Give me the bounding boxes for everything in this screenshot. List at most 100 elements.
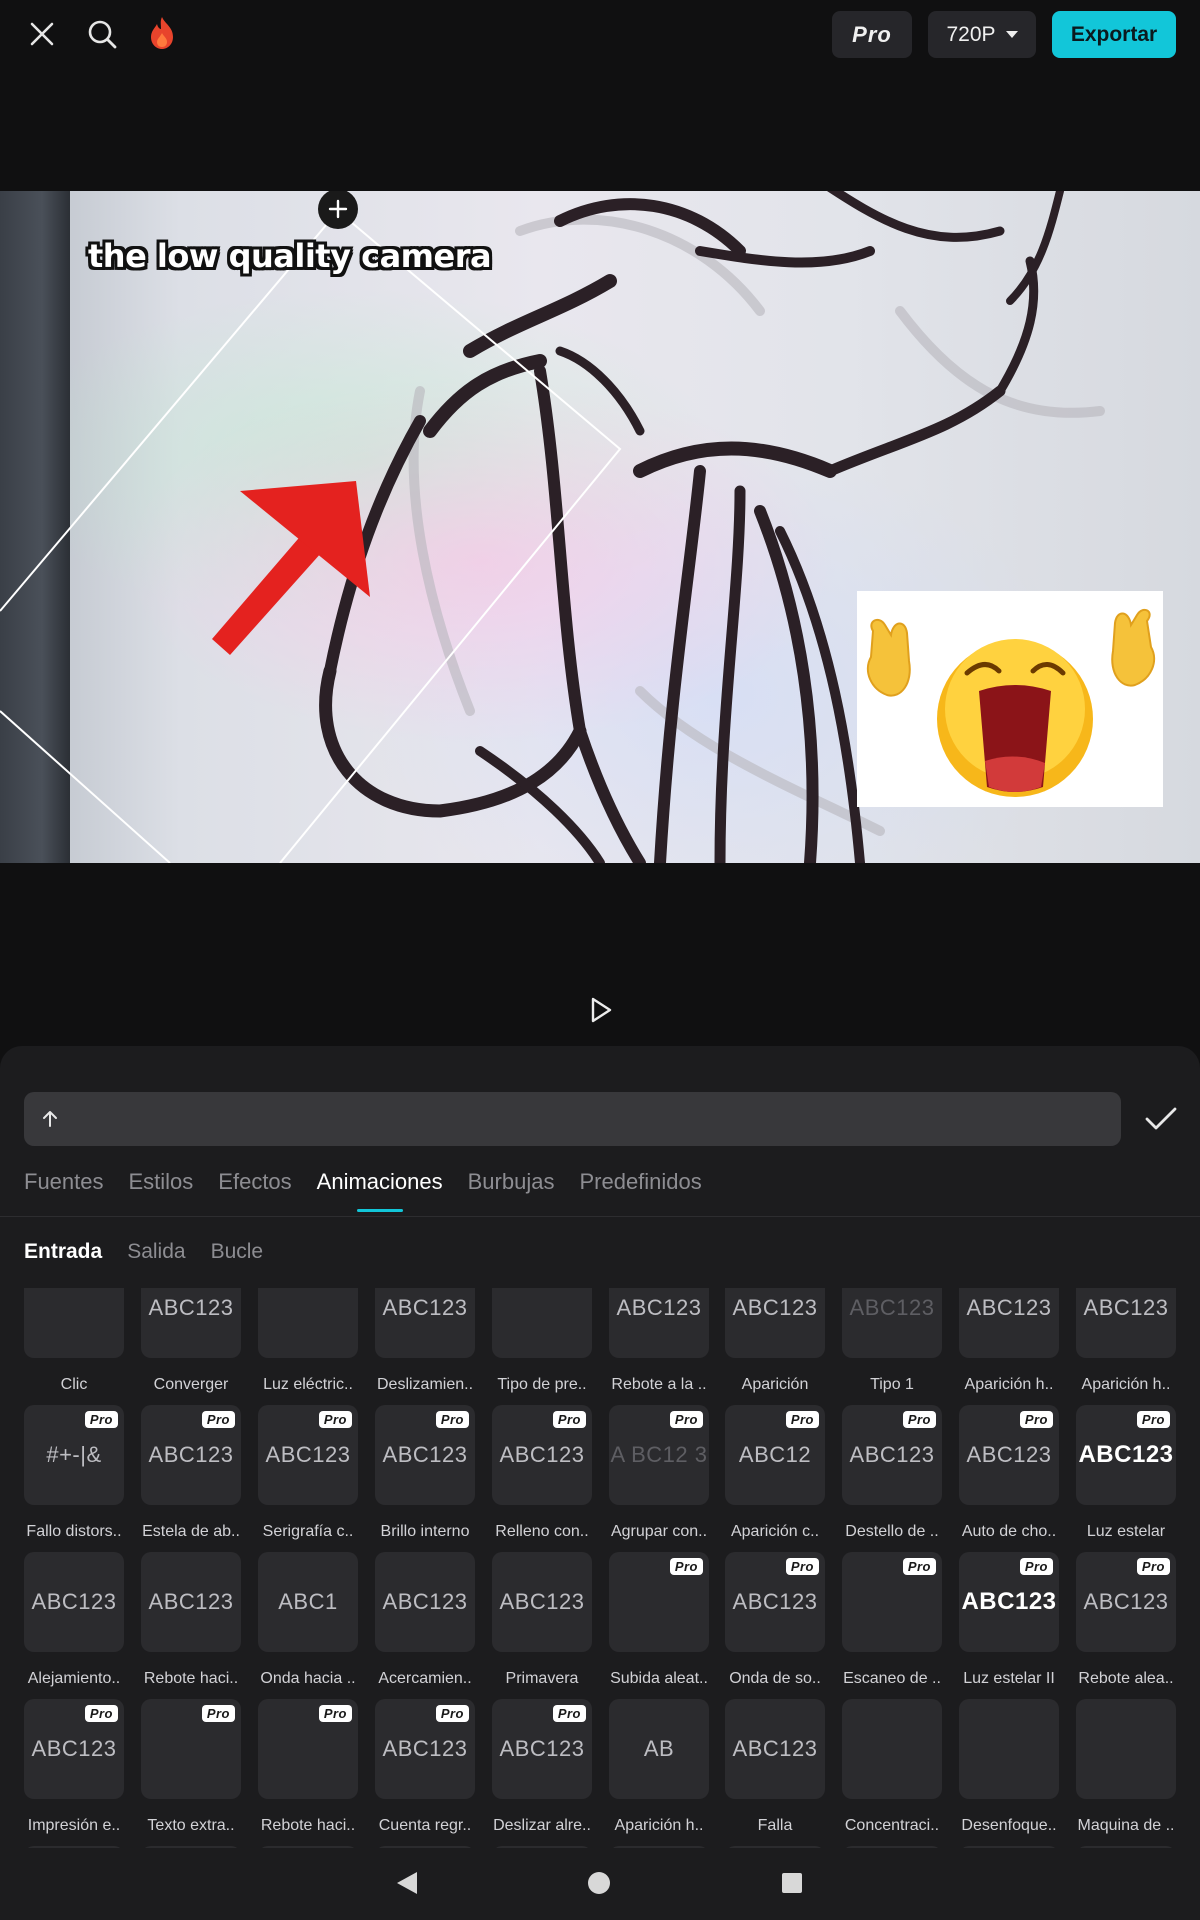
animation-preset[interactable]: ABC123 Converger — [141, 1288, 241, 1394]
animation-preset[interactable]: ABC123 Aparición — [725, 1288, 825, 1394]
animation-thumbnail: ABC123 — [959, 1288, 1059, 1358]
animation-preset[interactable]: ABC123 Tipo 1 — [842, 1288, 942, 1394]
animation-thumbnail — [959, 1699, 1059, 1799]
animation-preset[interactable]: ABC123 Pro Cuenta regr.. — [375, 1699, 475, 1835]
animation-grid: Clic ABC123 Converger Luz eléctric.. ABC123 D… — [0, 1288, 1200, 1848]
search-icon[interactable] — [82, 14, 122, 54]
recents-icon[interactable] — [777, 1868, 807, 1898]
animation-preset[interactable]: ABC123 Acercamien.. — [375, 1552, 475, 1688]
animation-preset[interactable]: ABC123 Pro Serigrafía c.. — [258, 1405, 358, 1541]
tab-fuentes[interactable]: Fuentes — [24, 1168, 104, 1210]
animation-label: Destello de .. — [845, 1523, 939, 1540]
checkmark-icon[interactable] — [1142, 1100, 1180, 1138]
animation-thumbnail-text: ABC123 — [732, 1295, 818, 1320]
animation-preset[interactable]: Clic — [24, 1288, 124, 1394]
tab-burbujas[interactable]: Burbujas — [468, 1168, 555, 1210]
back-icon[interactable] — [392, 1868, 422, 1898]
close-icon[interactable] — [22, 14, 62, 54]
animation-preset[interactable]: ABC123 Pro Deslizar alre.. — [492, 1699, 592, 1835]
animation-thumbnail-text: ABC123 — [265, 1442, 351, 1467]
animation-thumbnail: Pro — [842, 1552, 942, 1652]
animation-preset[interactable]: ABC123 Pro Luz estelar II — [959, 1552, 1059, 1688]
animation-preset[interactable]: ABC123 Alejamiento.. — [24, 1552, 124, 1688]
animation-label: Maquina de .. — [1077, 1817, 1175, 1834]
animation-preset[interactable]: Pro Escaneo de .. — [842, 1552, 942, 1688]
animation-label: Impresión e.. — [27, 1817, 121, 1834]
animation-preset[interactable]: ABC123 Aparición h.. — [1076, 1288, 1176, 1394]
animation-preset[interactable]: ABC123 Rebote haci.. — [141, 1552, 241, 1688]
animation-preset[interactable]: ABC123 Pro Luz estelar — [1076, 1405, 1176, 1541]
animation-thumbnail: AB — [609, 1699, 709, 1799]
animation-thumbnail: ABC123 — [24, 1552, 124, 1652]
tab-animaciones[interactable]: Animaciones — [317, 1168, 443, 1212]
animation-preset[interactable]: ABC123 Pro Impresión e.. — [24, 1699, 124, 1835]
subtab-salida[interactable]: Salida — [127, 1240, 185, 1264]
animation-thumbnail-text: A BC12 3 — [610, 1442, 708, 1467]
animation-thumbnail: ABC123 Pro — [492, 1405, 592, 1505]
resolution-dropdown[interactable]: 720P — [928, 11, 1036, 58]
animation-label: Falla — [757, 1817, 793, 1834]
export-button[interactable]: Exportar — [1052, 11, 1176, 58]
tab-estilos[interactable]: Estilos — [129, 1168, 194, 1210]
animation-preset[interactable]: Pro Subida aleat.. — [609, 1552, 709, 1688]
animation-label: Cuenta regr.. — [378, 1817, 472, 1834]
animation-thumbnail-text: ABC123 — [966, 1295, 1052, 1320]
caption-text-overlay[interactable]: the low quality camera — [88, 237, 492, 275]
animation-preset[interactable]: ABC123 Pro Onda de so.. — [725, 1552, 825, 1688]
animation-preset[interactable]: ABC123 Aparición h.. — [959, 1288, 1059, 1394]
animation-preset[interactable]: ABC123 Pro Relleno con.. — [492, 1405, 592, 1541]
animation-label: Deslizar alre.. — [493, 1817, 591, 1834]
animation-preset[interactable]: A BC12 3 Pro Agrupar con.. — [609, 1405, 709, 1541]
tab-predefinidos[interactable]: Predefinidos — [579, 1168, 701, 1210]
animation-preset[interactable]: Tipo de pre.. — [492, 1288, 592, 1394]
animation-preset[interactable]: ABC123 Pro Brillo interno — [375, 1405, 475, 1541]
animation-thumbnail-text: ABC123 — [966, 1442, 1052, 1467]
animation-preset[interactable]: ABC123 Falla — [725, 1699, 825, 1835]
top-toolbar: Pro 720P Exportar — [0, 0, 1200, 70]
pro-button[interactable]: Pro — [832, 11, 912, 58]
animation-thumbnail: ABC123 — [375, 1288, 475, 1358]
animation-label: Rebote a la .. — [611, 1376, 707, 1393]
animation-label: Brillo interno — [380, 1523, 470, 1540]
animation-preset[interactable]: ABC123 Pro Destello de .. — [842, 1405, 942, 1541]
animation-preset[interactable]: ABC123 Rebote a la .. — [609, 1288, 709, 1394]
animation-thumbnail — [1076, 1699, 1176, 1799]
animation-label: Rebote haci.. — [260, 1817, 356, 1834]
fire-icon[interactable] — [144, 12, 180, 54]
play-icon[interactable] — [585, 994, 617, 1026]
animation-preset[interactable]: ABC123 Pro Auto de cho.. — [959, 1405, 1059, 1541]
animation-thumbnail-text: ABC12 — [738, 1442, 812, 1467]
pro-badge: Pro — [318, 1411, 352, 1428]
animation-thumbnail: ABC123 Pro — [375, 1699, 475, 1799]
animation-preset[interactable]: ABC123 Pro Rebote alea.. — [1076, 1552, 1176, 1688]
crying-emoji-sticker[interactable] — [857, 591, 1163, 807]
animation-preset[interactable]: AB Aparición h.. — [609, 1699, 709, 1835]
animation-preset[interactable]: ABC123 Pro Estela de ab.. — [141, 1405, 241, 1541]
animation-thumbnail: ABC123 Pro — [1076, 1552, 1176, 1652]
pro-badge: Pro — [1019, 1558, 1053, 1575]
pro-badge: Pro — [435, 1705, 469, 1722]
animation-preset[interactable]: Luz eléctric.. — [258, 1288, 358, 1394]
pro-badge: Pro — [1136, 1558, 1170, 1575]
animation-preset[interactable]: ABC123 Deslizamien.. — [375, 1288, 475, 1394]
subtab-entrada[interactable]: Entrada — [24, 1240, 102, 1264]
animation-thumbnail-text: ABC1 — [278, 1589, 338, 1614]
animation-preset[interactable]: Maquina de .. — [1076, 1699, 1176, 1835]
arrow-up-icon[interactable] — [40, 1109, 60, 1129]
animation-preset[interactable]: Pro Texto extra.. — [141, 1699, 241, 1835]
home-icon[interactable] — [584, 1868, 614, 1898]
subtab-bucle[interactable]: Bucle — [211, 1240, 264, 1264]
animation-preset[interactable]: ABC123 Primavera — [492, 1552, 592, 1688]
tab-efectos[interactable]: Efectos — [218, 1168, 291, 1210]
animation-preset[interactable]: Pro Rebote haci.. — [258, 1699, 358, 1835]
animation-preset[interactable]: ABC1 Onda hacia .. — [258, 1552, 358, 1688]
text-input-field[interactable] — [24, 1092, 1121, 1146]
animation-preset[interactable]: Desenfoque.. — [959, 1699, 1059, 1835]
video-preview[interactable]: the low quality camera — [0, 191, 1200, 863]
animation-preset[interactable]: ABC12 Pro Aparición c.. — [725, 1405, 825, 1541]
animation-preset[interactable]: #+-|& Pro Fallo distors.. — [24, 1405, 124, 1541]
animation-label: Rebote haci.. — [143, 1670, 239, 1687]
animation-label: Agrupar con.. — [610, 1523, 708, 1540]
animation-preset[interactable]: Concentraci.. — [842, 1699, 942, 1835]
pro-badge: Pro — [435, 1411, 469, 1428]
